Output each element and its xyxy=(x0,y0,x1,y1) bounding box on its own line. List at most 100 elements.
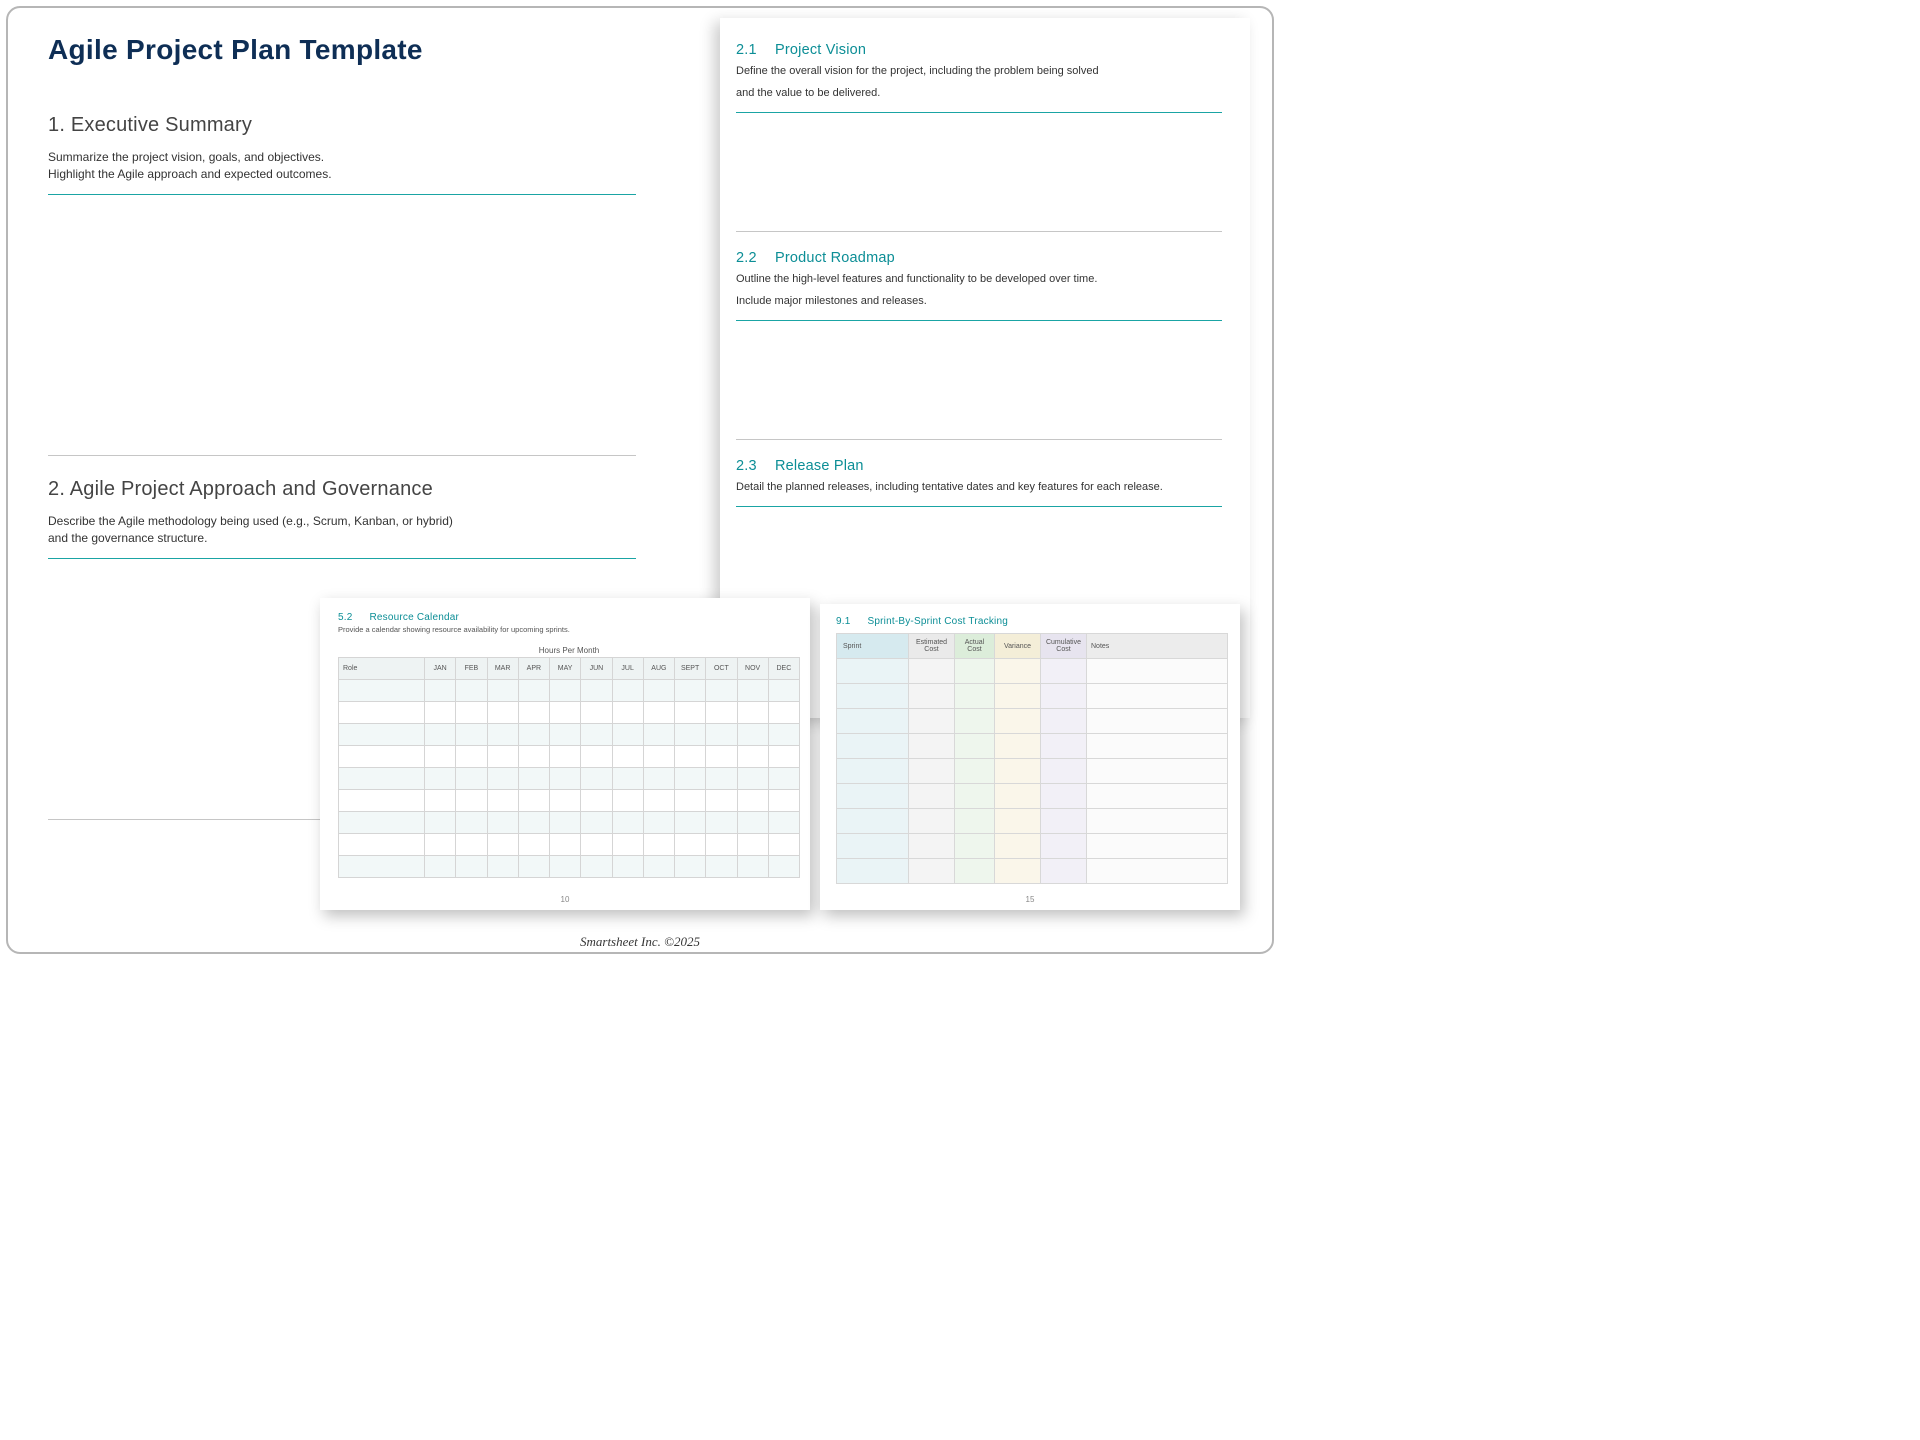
page-number: 10 xyxy=(561,895,570,904)
cell-hours xyxy=(737,701,768,723)
cell-hours xyxy=(518,767,549,789)
cell-hours xyxy=(487,811,518,833)
table-row xyxy=(837,784,1228,809)
cell-hours xyxy=(675,745,706,767)
cell-hours xyxy=(612,767,643,789)
cell-notes xyxy=(1087,709,1228,734)
col-header-sprint: Sprint xyxy=(837,634,909,659)
cell-est xyxy=(909,809,955,834)
cell-hours xyxy=(768,679,799,701)
cell-hours xyxy=(518,723,549,745)
cell-var xyxy=(995,759,1041,784)
cell-hours xyxy=(518,811,549,833)
subsection-number: 9.1 xyxy=(836,616,851,627)
cell-hours xyxy=(456,855,487,877)
cell-hours xyxy=(456,789,487,811)
page-cost-tracking: 9.1 Sprint-By-Sprint Cost Tracking Sprin… xyxy=(820,604,1240,910)
cell-hours xyxy=(768,789,799,811)
cell-est xyxy=(909,859,955,884)
cell-var xyxy=(995,859,1041,884)
section-heading: 1. Executive Summary xyxy=(48,114,636,137)
cell-var xyxy=(995,709,1041,734)
cell-sprint xyxy=(837,834,909,859)
cell-role xyxy=(339,701,425,723)
subsection-release-plan: 2.3 Release Plan Detail the planned rele… xyxy=(736,458,1222,507)
cell-role xyxy=(339,789,425,811)
subsection-desc-line: Define the overall vision for the projec… xyxy=(736,64,1222,80)
table-row xyxy=(339,745,800,767)
cell-sprint xyxy=(837,734,909,759)
table-row xyxy=(339,833,800,855)
cell-hours xyxy=(768,833,799,855)
cell-hours xyxy=(643,679,674,701)
cell-notes xyxy=(1087,834,1228,859)
cell-hours xyxy=(675,811,706,833)
cell-hours xyxy=(706,855,737,877)
table-row xyxy=(837,759,1228,784)
subsection-title: Product Roadmap xyxy=(775,250,895,266)
cell-hours xyxy=(487,701,518,723)
cell-hours xyxy=(550,789,581,811)
subsection-title: Resource Calendar xyxy=(370,612,460,623)
cell-hours xyxy=(550,701,581,723)
table-row xyxy=(837,709,1228,734)
cell-hours xyxy=(643,745,674,767)
cell-notes xyxy=(1087,784,1228,809)
cell-hours xyxy=(706,701,737,723)
document-title: Agile Project Plan Template xyxy=(48,34,636,66)
cell-hours xyxy=(425,789,456,811)
table-caption: Hours Per Month xyxy=(338,646,800,655)
cell-sprint xyxy=(837,809,909,834)
table-row xyxy=(837,684,1228,709)
table-row xyxy=(837,659,1228,684)
cell-hours xyxy=(550,767,581,789)
cell-sprint xyxy=(837,684,909,709)
cell-var xyxy=(995,684,1041,709)
cell-var xyxy=(995,659,1041,684)
cell-hours xyxy=(737,679,768,701)
cell-hours xyxy=(706,679,737,701)
section-executive-summary: 1. Executive Summary Summarize the proje… xyxy=(48,114,636,195)
cell-var xyxy=(995,784,1041,809)
cell-hours xyxy=(768,745,799,767)
col-header-month: JAN xyxy=(425,657,456,679)
cell-notes xyxy=(1087,859,1228,884)
cell-hours xyxy=(581,833,612,855)
table-row xyxy=(339,679,800,701)
cell-act xyxy=(955,859,995,884)
cell-hours xyxy=(768,811,799,833)
cell-hours xyxy=(487,679,518,701)
cell-hours xyxy=(456,723,487,745)
section-heading: 2. Agile Project Approach and Governance xyxy=(48,478,636,501)
cell-act xyxy=(955,684,995,709)
col-header-variance: Variance xyxy=(995,634,1041,659)
col-header-estimated-cost: Estimated Cost xyxy=(909,634,955,659)
cell-hours xyxy=(518,701,549,723)
cell-hours xyxy=(643,855,674,877)
cell-act xyxy=(955,784,995,809)
page-resource-calendar: 5.2 Resource Calendar Provide a calendar… xyxy=(320,598,810,910)
cell-role xyxy=(339,855,425,877)
cell-hours xyxy=(487,767,518,789)
cell-hours xyxy=(643,723,674,745)
table-row xyxy=(339,789,800,811)
cell-hours xyxy=(487,833,518,855)
cell-hours xyxy=(487,745,518,767)
cell-hours xyxy=(456,767,487,789)
cell-hours xyxy=(675,855,706,877)
subsection-number: 5.2 xyxy=(338,612,353,623)
cell-hours xyxy=(425,767,456,789)
cell-hours xyxy=(487,855,518,877)
cell-var xyxy=(995,834,1041,859)
cell-role xyxy=(339,745,425,767)
cell-est xyxy=(909,834,955,859)
cell-hours xyxy=(550,745,581,767)
table-row xyxy=(339,855,800,877)
table-row xyxy=(339,811,800,833)
cell-hours xyxy=(675,701,706,723)
subsection-product-roadmap: 2.2 Product Roadmap Outline the high-lev… xyxy=(736,250,1222,440)
col-header-cumulative-cost: Cumulative Cost xyxy=(1041,634,1087,659)
cell-hours xyxy=(768,723,799,745)
cell-hours xyxy=(425,855,456,877)
cell-cum xyxy=(1041,859,1087,884)
